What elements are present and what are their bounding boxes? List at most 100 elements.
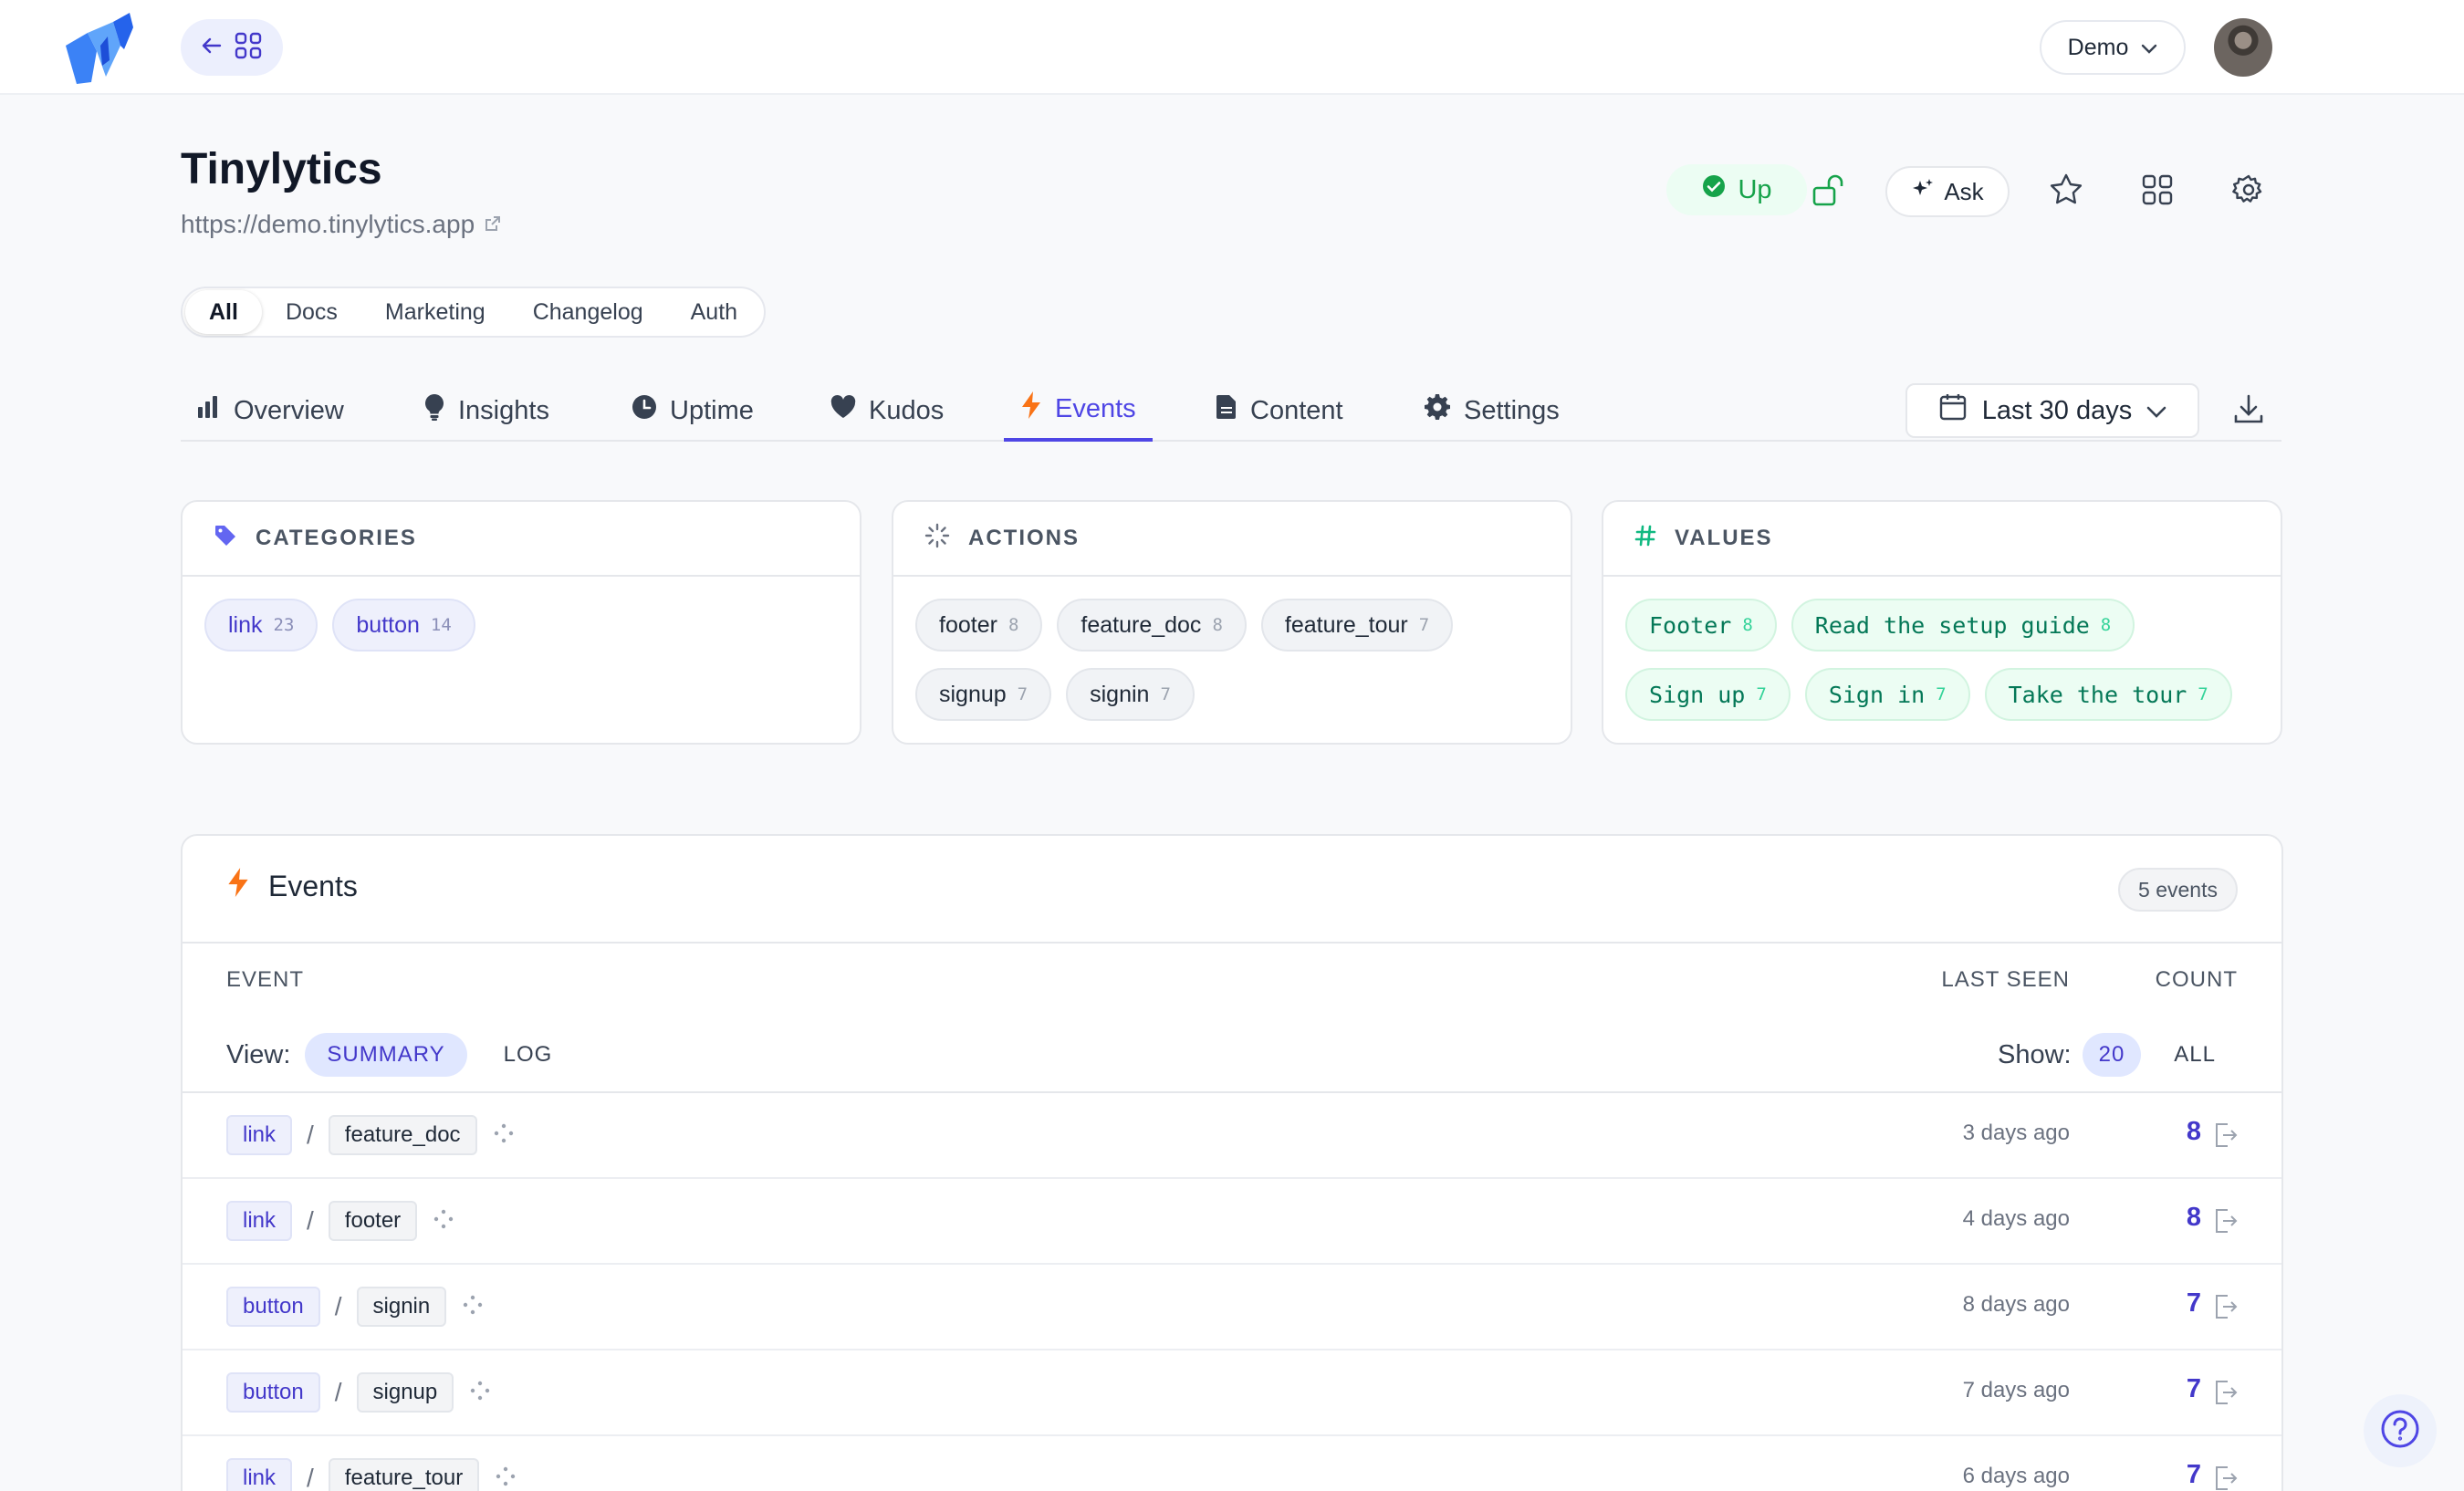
open-event-icon[interactable] bbox=[2214, 1465, 2238, 1491]
tab-insights[interactable]: Insights bbox=[423, 380, 549, 442]
open-event-icon[interactable] bbox=[2214, 1122, 2238, 1152]
event-category-tag[interactable]: button bbox=[226, 1372, 320, 1413]
value-dots-icon[interactable] bbox=[432, 1207, 455, 1236]
column-header-event: EVENT bbox=[226, 967, 305, 992]
event-action-tag[interactable]: feature_tour bbox=[328, 1458, 480, 1491]
uptime-status-badge[interactable]: Up bbox=[1666, 164, 1807, 215]
site-url-text: https://demo.tinylytics.app bbox=[181, 210, 475, 238]
open-event-icon[interactable] bbox=[2214, 1294, 2238, 1324]
view-log-button[interactable]: LOG bbox=[482, 1033, 575, 1077]
segment-changelog[interactable]: Changelog bbox=[509, 290, 667, 334]
workspace-select[interactable]: Demo bbox=[2040, 20, 2186, 75]
tab-overview[interactable]: Overview bbox=[195, 380, 344, 442]
site-settings-button[interactable] bbox=[2221, 164, 2276, 219]
category-chip[interactable]: link 23 bbox=[204, 599, 318, 652]
chip-label: Sign up bbox=[1649, 681, 1746, 708]
event-action-tag[interactable]: feature_doc bbox=[328, 1115, 477, 1155]
table-row[interactable]: link / feature_tour 6 days ago 7 bbox=[183, 1436, 2281, 1491]
table-row[interactable]: link / feature_doc 3 days ago 8 bbox=[183, 1093, 2281, 1179]
chip-label: Read the setup guide bbox=[1814, 611, 2090, 639]
show-all-button[interactable]: ALL bbox=[2152, 1033, 2238, 1077]
segment-filter: All Docs Marketing Changelog Auth bbox=[181, 287, 767, 338]
tab-overview-label: Overview bbox=[234, 395, 344, 425]
separator: / bbox=[307, 1206, 314, 1235]
action-chip[interactable]: footer 8 bbox=[915, 599, 1043, 652]
segment-docs[interactable]: Docs bbox=[262, 290, 361, 334]
event-action-tag[interactable]: signin bbox=[356, 1287, 447, 1327]
segment-marketing[interactable]: Marketing bbox=[361, 290, 509, 334]
chip-label: link bbox=[228, 611, 263, 638]
tinylytics-logo-icon[interactable] bbox=[60, 9, 142, 86]
event-action-tag[interactable]: signup bbox=[356, 1372, 454, 1413]
value-chip[interactable]: Footer 8 bbox=[1625, 599, 1777, 652]
table-row[interactable]: button / signin 8 days ago 7 bbox=[183, 1265, 2281, 1350]
help-button[interactable] bbox=[2364, 1394, 2437, 1467]
chip-label: signin bbox=[1090, 681, 1150, 707]
chip-label: feature_doc bbox=[1081, 611, 1202, 638]
grid-icon bbox=[2142, 174, 2173, 210]
action-chip[interactable]: feature_tour 7 bbox=[1260, 599, 1454, 652]
back-to-sites-button[interactable] bbox=[181, 19, 283, 76]
open-event-icon[interactable] bbox=[2214, 1380, 2238, 1410]
action-chip[interactable]: feature_doc 8 bbox=[1057, 599, 1247, 652]
value-chip[interactable]: Sign up 7 bbox=[1625, 668, 1791, 721]
event-action-tag[interactable]: footer bbox=[328, 1201, 418, 1241]
document-icon bbox=[1216, 394, 1237, 427]
events-title: Events bbox=[268, 869, 358, 902]
user-avatar[interactable] bbox=[2214, 18, 2272, 77]
chip-count: 7 bbox=[1936, 684, 1947, 704]
action-chip[interactable]: signup 7 bbox=[915, 668, 1052, 721]
site-url-link[interactable]: https://demo.tinylytics.app bbox=[181, 210, 502, 239]
segment-all[interactable]: All bbox=[185, 290, 262, 334]
value-dots-icon[interactable] bbox=[461, 1293, 485, 1321]
tab-events[interactable]: Events bbox=[1004, 380, 1153, 442]
value-dots-icon[interactable] bbox=[492, 1121, 516, 1150]
tab-settings[interactable]: Settings bbox=[1424, 380, 1560, 442]
tab-settings-label: Settings bbox=[1464, 395, 1560, 425]
chip-count: 8 bbox=[1008, 615, 1019, 635]
gear-icon bbox=[1424, 393, 1451, 428]
download-icon bbox=[2233, 393, 2264, 429]
open-event-icon[interactable] bbox=[2214, 1208, 2238, 1238]
segment-auth[interactable]: Auth bbox=[667, 290, 761, 334]
hash-icon bbox=[1634, 525, 1656, 553]
value-dots-icon[interactable] bbox=[468, 1379, 492, 1407]
date-range-select[interactable]: Last 30 days bbox=[1905, 383, 2199, 438]
tab-kudos[interactable]: Kudos bbox=[830, 380, 944, 442]
star-icon bbox=[2049, 172, 2083, 212]
favorite-button[interactable] bbox=[2039, 164, 2093, 219]
table-row[interactable]: link / footer 4 days ago 8 bbox=[183, 1179, 2281, 1265]
tab-events-label: Events bbox=[1055, 393, 1136, 423]
event-category-tag[interactable]: link bbox=[226, 1201, 293, 1241]
show-20-button[interactable]: 20 bbox=[2082, 1033, 2142, 1077]
date-range-label: Last 30 days bbox=[1981, 395, 2133, 425]
ask-ai-button[interactable]: Ask bbox=[1885, 166, 2010, 217]
last-seen: 7 days ago bbox=[1962, 1378, 2070, 1402]
widgets-button[interactable] bbox=[2130, 164, 2185, 219]
value-chip[interactable]: Sign in 7 bbox=[1804, 668, 1970, 721]
last-seen: 6 days ago bbox=[1962, 1464, 2070, 1488]
grid-icon bbox=[235, 32, 262, 64]
event-category-tag[interactable]: link bbox=[226, 1458, 293, 1491]
actions-header: ACTIONS bbox=[893, 502, 1571, 577]
column-header-count: COUNT bbox=[2155, 967, 2238, 992]
category-chip[interactable]: button 14 bbox=[332, 599, 475, 652]
view-summary-button[interactable]: SUMMARY bbox=[305, 1033, 467, 1077]
workspace-label: Demo bbox=[2067, 34, 2129, 60]
uptime-status-label: Up bbox=[1738, 174, 1772, 204]
chevron-down-icon bbox=[2146, 396, 2166, 426]
tab-uptime[interactable]: Uptime bbox=[632, 380, 754, 442]
value-chip[interactable]: Take the tour 7 bbox=[1984, 668, 2232, 721]
actions-card: ACTIONS footer 8 feature_doc 8 feature_tou… bbox=[892, 500, 1572, 745]
table-row[interactable]: button / signup 7 days ago 7 bbox=[183, 1350, 2281, 1436]
show-limit-toggle: Show: 20 ALL bbox=[1998, 1033, 2238, 1077]
event-category-tag[interactable]: button bbox=[226, 1287, 320, 1327]
value-dots-icon[interactable] bbox=[494, 1465, 517, 1491]
tab-content[interactable]: Content bbox=[1216, 380, 1343, 442]
public-lock-button[interactable] bbox=[1801, 164, 1856, 219]
event-category-tag[interactable]: link bbox=[226, 1115, 293, 1155]
value-chip[interactable]: Read the setup guide 8 bbox=[1791, 599, 2135, 652]
chip-count: 7 bbox=[1756, 684, 1767, 704]
action-chip[interactable]: signin 7 bbox=[1066, 668, 1195, 721]
export-button[interactable] bbox=[2221, 383, 2276, 438]
